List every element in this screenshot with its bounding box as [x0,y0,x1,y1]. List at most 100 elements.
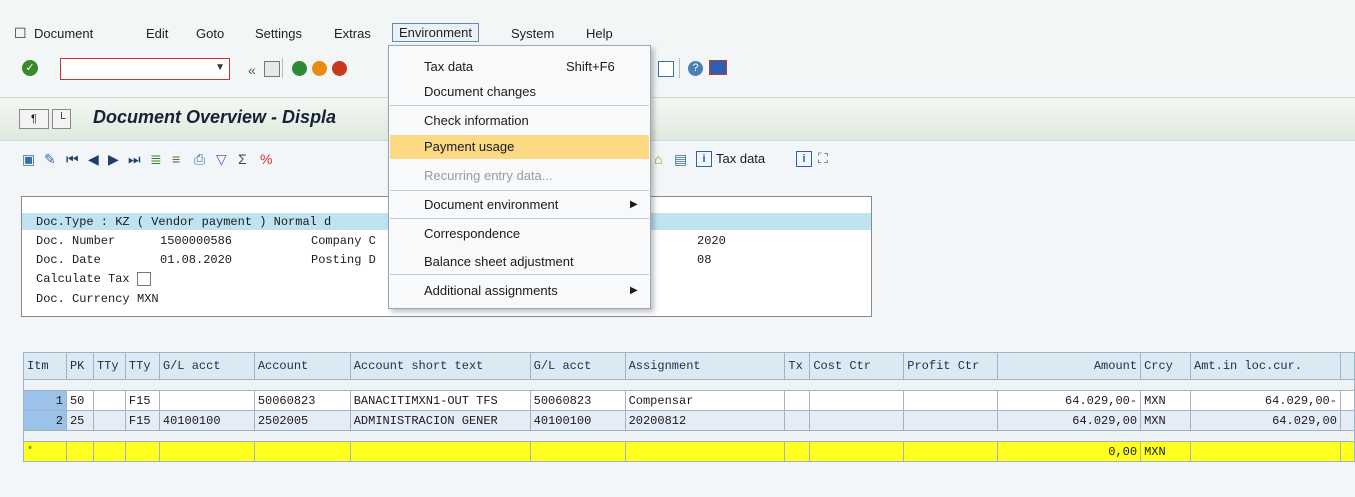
col-tty-2[interactable]: TTy [124,352,160,380]
exit-nav-icon[interactable] [312,61,327,76]
cell-cost-ctr [809,390,905,411]
col-itm[interactable]: Itm [23,352,67,380]
doc-number-label: Doc. Number [36,234,116,248]
menu-toggle-icon[interactable]: └ [52,109,71,129]
command-field[interactable]: ▼ [60,58,230,80]
menu-goto[interactable]: Goto [196,26,224,41]
sort-descending-icon[interactable]: ≡ [172,151,180,167]
save-icon[interactable] [264,61,280,77]
doc-date-value: 01.08.2020 [160,253,233,267]
menu-item-document-environment[interactable]: Document environment ▶ [390,193,649,217]
menu-item-balance-sheet-adjustment[interactable]: Balance sheet adjustment [390,250,649,274]
print-icon[interactable]: ⎙ [194,151,205,167]
cell-itm[interactable]: 2 [23,410,67,431]
enter-icon[interactable]: ✓ [22,60,38,76]
col-account-short-text[interactable]: Account short text [349,352,531,380]
calc-tax-checkbox[interactable] [137,272,151,286]
menu-item-check-information[interactable]: Check information [390,109,649,133]
toolbar-divider-2 [679,58,680,78]
subtotal-icon[interactable]: % [260,151,272,167]
last-page-icon[interactable]: ⏭ [128,151,141,167]
menu-document[interactable]: Document [34,26,93,41]
filter-icon[interactable]: ▽ [216,151,227,167]
cell-profit-ctr [903,410,999,431]
document-icon[interactable]: ¶ [19,109,49,129]
col-cost-ctr[interactable]: Cost Ctr [809,352,905,380]
menu-item-tax-data[interactable]: Tax data Shift+F6 [390,55,649,79]
cell-itm[interactable]: 1 [23,390,67,411]
cell-tty [92,390,126,411]
currency-value: MXN [137,292,159,306]
info-icon-2[interactable]: i [796,151,812,167]
menu-separator [390,218,649,219]
col-account[interactable]: Account [253,352,351,380]
cell-gl-acct-2: 50060823 [529,390,626,411]
fiscal-year-value: 2020 [697,234,726,248]
cell-account: 2502005 [253,410,351,431]
cell-tty-2: F15 [124,390,160,411]
help-icon[interactable]: ? [688,61,703,76]
cell-pk: 25 [65,410,94,431]
menu-help[interactable]: Help [586,26,613,41]
col-profit-ctr[interactable]: Profit Ctr [903,352,999,380]
submenu-arrow-icon: ▶ [630,199,638,210]
menu-environment[interactable]: Environment [392,23,479,42]
col-pk[interactable]: PK [65,352,94,380]
cell-tty [92,410,126,431]
table-row[interactable]: 2 25 F15 40100100 2502005 ADMINISTRACION… [23,410,1355,431]
posting-label: Posting D [311,253,376,267]
menu-system[interactable]: System [511,26,554,41]
info-icon[interactable]: i [696,151,712,167]
calc-tax-label: Calculate Tax [36,272,130,286]
menu-settings[interactable]: Settings [255,26,302,41]
cell-cost-ctr [809,410,905,431]
first-page-icon[interactable]: ⏮ [66,151,79,167]
cell-tty-2: F15 [124,410,160,431]
document-flow-icon[interactable]: ⛶ [818,150,828,166]
menu-extras[interactable]: Extras [334,26,371,41]
back-arrows-icon[interactable]: « [248,62,256,78]
next-page-icon[interactable]: ▶ [108,151,119,167]
dropdown-arrow-icon[interactable]: ▼ [215,62,225,73]
menu-edit[interactable]: Edit [146,26,168,41]
cell-amount: 64.029,00- [997,390,1142,411]
col-crcy[interactable]: Crcy [1140,352,1192,380]
menu-separator [390,190,649,191]
table-spacer [23,430,1355,442]
col-assignment[interactable]: Assignment [624,352,786,380]
cell-crcy: MXN [1140,390,1192,411]
sum-amount: 0,00 [997,441,1142,462]
display-icon[interactable]: ▣ [22,151,35,167]
col-tty[interactable]: TTy [92,352,126,380]
col-gl-acct[interactable]: G/L acct [158,352,255,380]
menu-item-payment-usage[interactable]: Payment usage [390,135,649,159]
table-icon[interactable]: ▤ [674,151,687,167]
customize-icon[interactable] [709,60,727,75]
cancel-icon[interactable] [332,61,347,76]
cell-extra [1339,410,1355,431]
col-tx[interactable]: Tx [784,352,811,380]
table-sum-row: * 0,00 MXN [23,441,1355,462]
table-spacer [23,379,1355,391]
previous-page-icon[interactable]: ◀ [88,151,99,167]
col-gl-acct-2[interactable]: G/L acct [529,352,626,380]
sort-ascending-icon[interactable]: ≣ [150,151,162,167]
exit-icon[interactable]: ☐ [14,25,27,41]
table-row[interactable]: 1 50 F15 50060823 BANACITIMXN1-OUT TFS 5… [23,390,1355,411]
back-icon[interactable] [292,61,307,76]
doc-number-value: 1500000586 [160,234,233,248]
cell-amt-loc: 64.029,00 [1190,410,1341,431]
col-amt-loc[interactable]: Amt.in loc.cur. [1190,352,1341,380]
cell-gl-acct [158,390,255,411]
menu-item-correspondence[interactable]: Correspondence [390,222,649,246]
line-items-table: Itm PK TTy TTy G/L acct Account Account … [23,352,1355,462]
tax-data-button[interactable]: Tax data [716,151,765,166]
sum-icon[interactable]: Σ [238,151,247,167]
menu-item-document-changes[interactable]: Document changes [390,80,649,104]
layout-icon[interactable] [658,61,674,77]
toolbar-divider [282,58,283,78]
col-amount[interactable]: Amount [997,352,1142,380]
menu-item-additional-assignments[interactable]: Additional assignments ▶ [390,279,649,303]
lock-icon[interactable]: ⌂ [654,151,662,167]
pencil-icon[interactable]: ✎ [44,151,56,167]
